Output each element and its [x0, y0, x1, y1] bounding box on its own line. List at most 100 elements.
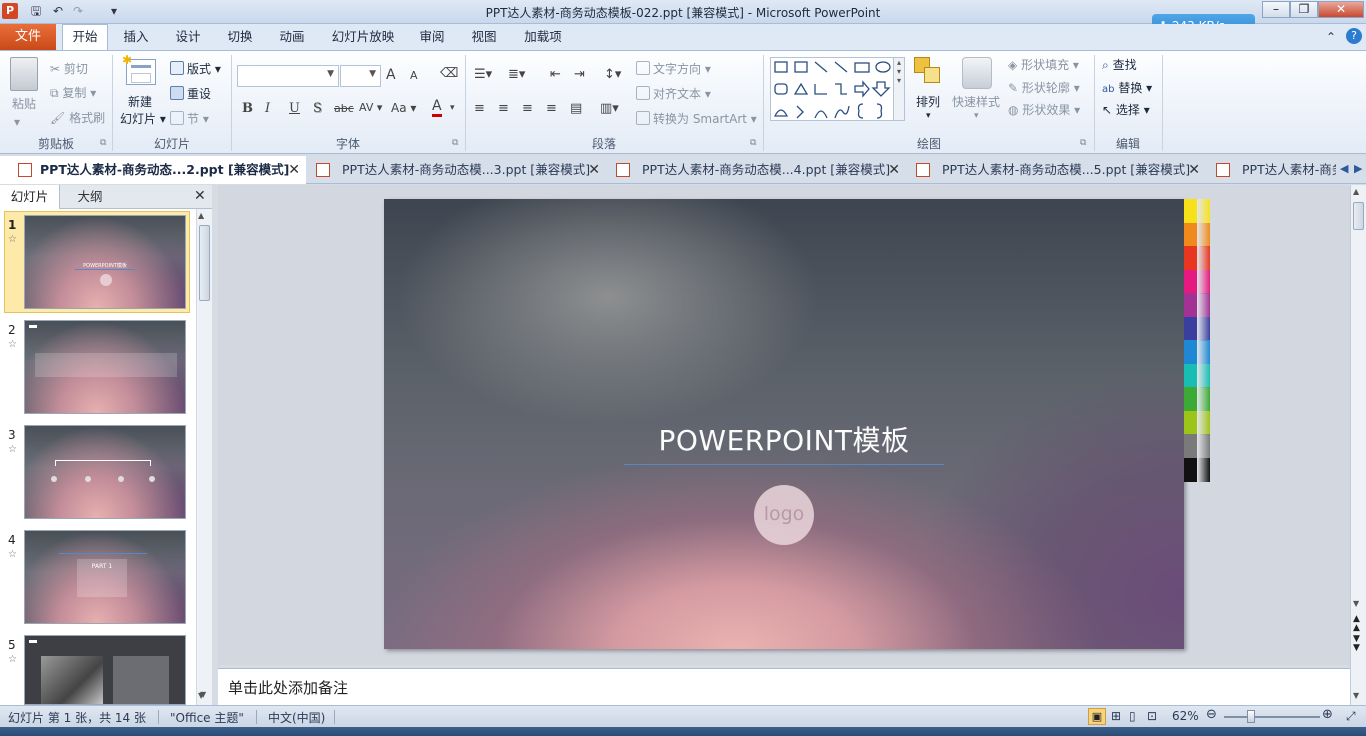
- select-button[interactable]: ↖ 选择 ▾: [1102, 101, 1150, 118]
- shape-outline-button[interactable]: ✎ 形状轮廓 ▾: [1008, 79, 1080, 96]
- columns-button[interactable]: ▥▾: [600, 101, 619, 116]
- zoom-level[interactable]: 62%: [1172, 709, 1199, 723]
- slide-thumbnail-2[interactable]: [24, 320, 186, 414]
- find-button[interactable]: ⌕ 查找: [1102, 56, 1137, 73]
- scroll-down-icon[interactable]: ▼: [1353, 599, 1359, 608]
- text-direction-button[interactable]: 文字方向 ▾: [636, 60, 711, 77]
- zoom-in-icon[interactable]: ⊕: [1322, 707, 1333, 722]
- help-icon[interactable]: ?: [1346, 28, 1362, 44]
- numbering-button[interactable]: ≣▾: [508, 67, 525, 82]
- slide-thumbnail-1[interactable]: POWERPOINT模板: [24, 215, 186, 309]
- close-pane-icon[interactable]: ✕: [194, 188, 206, 204]
- align-center-icon[interactable]: ≡: [498, 101, 509, 116]
- logo-placeholder[interactable]: logo: [754, 485, 814, 545]
- zoom-out-icon[interactable]: ⊖: [1206, 707, 1217, 722]
- quick-styles-icon[interactable]: [962, 57, 992, 89]
- previous-slide-icon[interactable]: ▲ ▲: [1353, 615, 1360, 633]
- distributed-icon[interactable]: ▤: [570, 101, 582, 116]
- tab-view[interactable]: 视图: [464, 24, 504, 50]
- normal-view-icon[interactable]: ▣: [1088, 708, 1106, 725]
- tab-slideshow[interactable]: 幻灯片放映: [326, 24, 400, 50]
- color-swatch[interactable]: [1184, 387, 1210, 411]
- scroll-down-icon[interactable]: ▼: [1353, 691, 1359, 700]
- color-swatch[interactable]: [1184, 316, 1210, 341]
- bullets-button[interactable]: ☰▾: [474, 67, 492, 82]
- color-swatch[interactable]: [1184, 410, 1210, 435]
- align-left-icon[interactable]: ≡: [474, 101, 485, 116]
- copy-button[interactable]: ⧉ 复制 ▾: [50, 84, 96, 101]
- arrange-button[interactable]: 排列: [916, 93, 940, 110]
- close-button[interactable]: ✕: [1318, 1, 1364, 18]
- reset-button[interactable]: 重设: [170, 85, 211, 102]
- font-name-combo[interactable]: ▼: [237, 65, 339, 87]
- tab-file[interactable]: 文件: [0, 24, 56, 50]
- tab-home[interactable]: 开始: [62, 24, 108, 50]
- document-tab-5[interactable]: PPT达人素材-商务: [1206, 156, 1336, 184]
- tab-transitions[interactable]: 切换: [220, 24, 260, 50]
- align-text-button[interactable]: 对齐文本 ▾: [636, 85, 711, 102]
- arrange-dropdown-icon[interactable]: ▾: [926, 111, 931, 121]
- scroll-down-icon[interactable]: ▼: [200, 690, 206, 699]
- quick-styles-dropdown-icon[interactable]: ▾: [974, 111, 979, 121]
- color-swatch[interactable]: [1184, 246, 1210, 270]
- color-swatch[interactable]: [1184, 199, 1210, 223]
- thumbnail-scrollbar[interactable]: ▲ ▼: [196, 209, 212, 705]
- paste-dropdown-icon[interactable]: ▾: [14, 115, 20, 129]
- paragraph-launcher-icon[interactable]: ⧉: [750, 138, 756, 148]
- tab-insert[interactable]: 插入: [116, 24, 156, 50]
- scroll-up-icon[interactable]: ▲: [1353, 187, 1359, 196]
- scrollbar-thumb[interactable]: [199, 225, 210, 301]
- font-color-dropdown-icon[interactable]: ▾: [450, 103, 455, 113]
- font-launcher-icon[interactable]: ⧉: [452, 138, 458, 148]
- document-tab-2[interactable]: PPT达人素材-商务动态模...3.ppt [兼容模式] ✕: [306, 156, 606, 184]
- tab-scroll-left-icon[interactable]: ◀: [1340, 162, 1348, 175]
- slideshow-view-icon[interactable]: ⊡: [1147, 709, 1157, 723]
- justify-icon[interactable]: ≡: [546, 101, 557, 116]
- tab-animations[interactable]: 动画: [272, 24, 312, 50]
- font-size-combo[interactable]: ▼: [340, 65, 381, 87]
- underline-button[interactable]: U: [289, 101, 300, 116]
- slide-scrollbar[interactable]: ▲ ▼ ▲ ▲ ▼ ▼ ▼: [1350, 185, 1366, 705]
- increase-indent-icon[interactable]: ⇥: [574, 67, 585, 82]
- slide-thumbnail-3[interactable]: [24, 425, 186, 519]
- tab-slides[interactable]: 幻灯片: [0, 185, 60, 209]
- character-spacing-button[interactable]: AV ▾: [359, 101, 382, 114]
- slide-1[interactable]: POWERPOINT模板 logo: [384, 199, 1184, 649]
- slide-title[interactable]: POWERPOINT模板: [384, 419, 1184, 459]
- shape-fill-button[interactable]: ◈ 形状填充 ▾: [1008, 56, 1079, 73]
- slide-sorter-view-icon[interactable]: ⊞: [1111, 709, 1121, 723]
- replace-button[interactable]: ab 替换 ▾: [1102, 79, 1152, 96]
- shadow-button[interactable]: S: [313, 101, 322, 116]
- smartart-button[interactable]: 转换为 SmartArt ▾: [636, 110, 757, 127]
- reading-view-icon[interactable]: ▯: [1129, 709, 1136, 723]
- shapes-gallery-scroll[interactable]: ▴ ▾ ▾: [893, 57, 905, 121]
- close-tab-icon[interactable]: ✕: [1188, 156, 1200, 184]
- slide-thumbnail-5[interactable]: [24, 635, 186, 705]
- shape-effects-button[interactable]: ◍ 形状效果 ▾: [1008, 101, 1080, 118]
- shrink-font-button[interactable]: A: [410, 69, 418, 82]
- color-swatch[interactable]: [1184, 269, 1210, 294]
- line-spacing-button[interactable]: ↕▾: [604, 67, 621, 82]
- close-tab-icon[interactable]: ✕: [888, 156, 900, 184]
- notes-pane[interactable]: 单击此处添加备注: [218, 668, 1350, 705]
- tab-design[interactable]: 设计: [168, 24, 208, 50]
- color-swatch[interactable]: [1184, 434, 1210, 458]
- drawing-launcher-icon[interactable]: ⧉: [1080, 138, 1086, 148]
- new-slide-label-2[interactable]: 幻灯片 ▾: [120, 110, 166, 127]
- language-indicator[interactable]: 中文(中国): [268, 709, 325, 726]
- quick-styles-button[interactable]: 快速样式: [952, 93, 1000, 110]
- scroll-up-icon[interactable]: ▲: [198, 211, 204, 220]
- collapse-ribbon-icon[interactable]: ⌃: [1326, 30, 1336, 44]
- next-slide-icon[interactable]: ▼ ▼: [1353, 635, 1360, 653]
- arrange-icon[interactable]: [914, 57, 944, 89]
- font-color-button[interactable]: A: [432, 99, 442, 117]
- color-swatch[interactable]: [1184, 293, 1210, 317]
- grow-font-button[interactable]: A: [386, 67, 396, 83]
- strikethrough-button[interactable]: abc: [334, 102, 354, 115]
- zoom-slider-thumb[interactable]: [1247, 710, 1255, 723]
- change-case-button[interactable]: Aa ▾: [391, 101, 416, 115]
- align-right-icon[interactable]: ≡: [522, 101, 533, 116]
- tab-review[interactable]: 审阅: [412, 24, 452, 50]
- clear-formatting-icon[interactable]: ⌫: [440, 66, 458, 81]
- cut-button[interactable]: ✂ 剪切: [50, 60, 88, 77]
